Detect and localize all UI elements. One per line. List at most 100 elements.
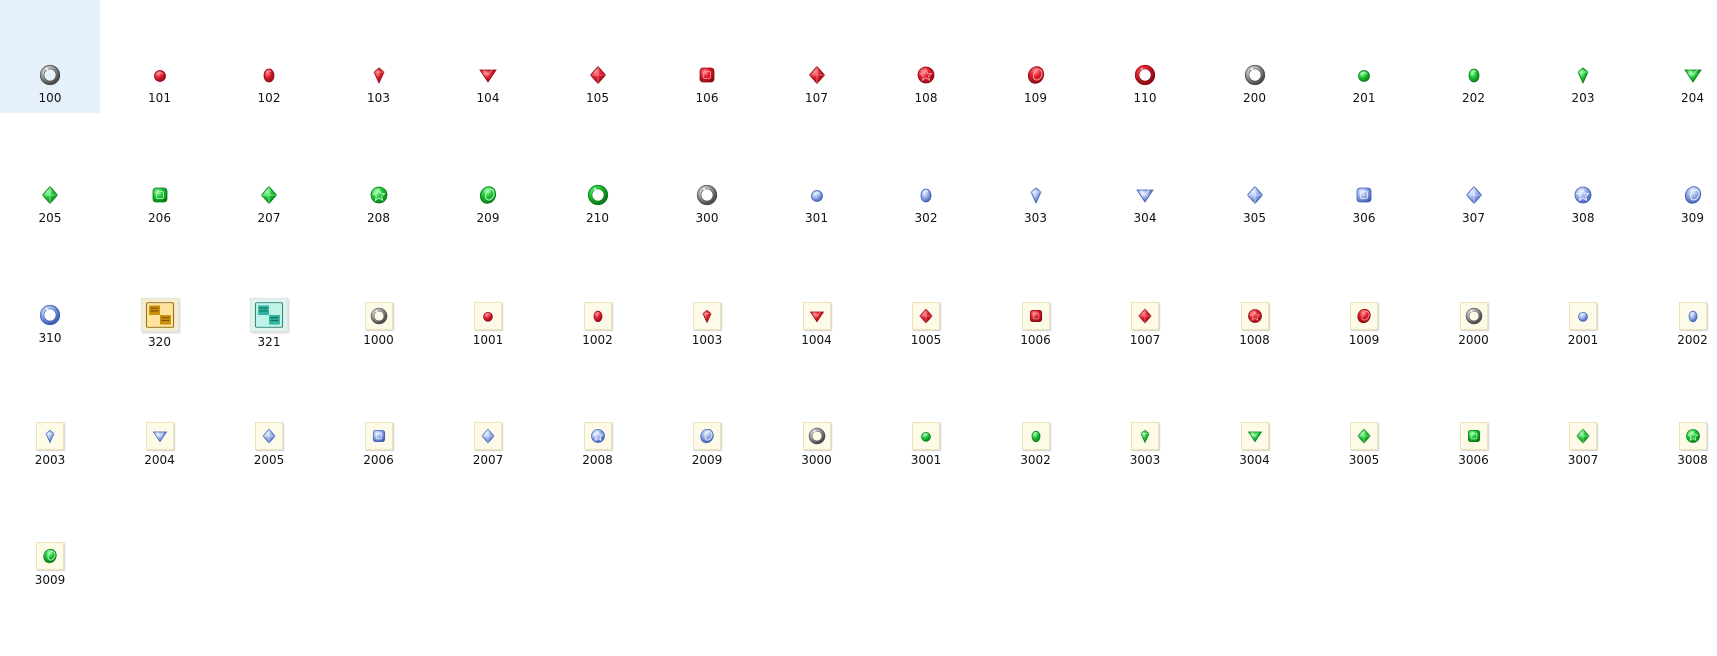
file-item-3000[interactable]: 3000 — [767, 360, 867, 473]
file-item-303[interactable]: 303 — [986, 120, 1086, 233]
file-item-321[interactable]: 321 — [219, 240, 319, 353]
file-item-105[interactable]: 105 — [548, 0, 648, 113]
file-item-203[interactable]: 203 — [1533, 0, 1633, 113]
file-item-1008[interactable]: 1008 — [1205, 240, 1305, 353]
file-item-2003[interactable]: 2003 — [0, 360, 100, 473]
file-item-108[interactable]: 108 — [876, 0, 976, 113]
file-item-3006[interactable]: 3006 — [1424, 360, 1524, 473]
file-name-label: 100 — [38, 91, 62, 105]
file-item-1007[interactable]: 1007 — [1095, 240, 1195, 353]
file-name-label: 200 — [1243, 91, 1266, 105]
file-item-1003[interactable]: 1003 — [657, 240, 757, 353]
file-item-3004[interactable]: 3004 — [1205, 360, 1305, 473]
file-item-206[interactable]: 206 — [110, 120, 210, 233]
file-name-label: 202 — [1462, 91, 1485, 105]
file-item-200[interactable]: 200 — [1205, 0, 1305, 113]
file-item-3005[interactable]: 3005 — [1314, 360, 1414, 473]
file-item-207[interactable]: 207 — [219, 120, 319, 233]
file-item-3003[interactable]: 3003 — [1095, 360, 1195, 473]
file-name-label: 207 — [257, 211, 281, 225]
file-item-1006[interactable]: 1006 — [986, 240, 1086, 353]
file-item-204[interactable]: 204 — [1643, 0, 1717, 113]
file-name-label: 310 — [38, 331, 62, 345]
crescent-gem-icon — [693, 422, 721, 450]
file-name-label: 2002 — [1677, 333, 1708, 347]
file-item-3009[interactable]: 3009 — [0, 480, 100, 593]
round-gem-icon — [474, 302, 502, 330]
file-item-2004[interactable]: 2004 — [110, 360, 210, 473]
file-item-1009[interactable]: 1009 — [1314, 240, 1414, 353]
file-item-1004[interactable]: 1004 — [767, 240, 867, 353]
file-item-208[interactable]: 208 — [329, 120, 429, 233]
file-item-3007[interactable]: 3007 — [1533, 360, 1633, 473]
round-gem-icon — [804, 182, 830, 208]
file-item-2007[interactable]: 2007 — [438, 360, 538, 473]
file-name-label: 307 — [1462, 211, 1485, 225]
file-item-1001[interactable]: 1001 — [438, 240, 538, 353]
file-item-310[interactable]: 310 — [0, 240, 100, 353]
round-gem-icon — [1351, 62, 1377, 88]
file-item-308[interactable]: 308 — [1533, 120, 1633, 233]
file-item-306[interactable]: 306 — [1314, 120, 1414, 233]
file-item-109[interactable]: 109 — [986, 0, 1086, 113]
file-item-102[interactable]: 102 — [219, 0, 319, 113]
file-item-104[interactable]: 104 — [438, 0, 538, 113]
file-item-210[interactable]: 210 — [548, 120, 648, 233]
file-item-1000[interactable]: 1000 — [329, 240, 429, 353]
file-item-307[interactable]: 307 — [1424, 120, 1524, 233]
file-name-label: 1000 — [363, 333, 394, 347]
file-name-label: 1005 — [910, 333, 942, 347]
file-name-label: 110 — [1133, 91, 1157, 105]
file-item-3008[interactable]: 3008 — [1643, 360, 1717, 473]
file-item-305[interactable]: 305 — [1205, 120, 1305, 233]
file-item-301[interactable]: 301 — [767, 120, 867, 233]
file-item-320[interactable]: 320 — [110, 240, 210, 353]
file-item-2002[interactable]: 2002 — [1643, 240, 1717, 353]
file-name-label: 205 — [38, 211, 62, 225]
file-item-101[interactable]: 101 — [110, 0, 210, 113]
file-name-label: 321 — [257, 335, 281, 349]
oval-gem-icon — [1021, 422, 1050, 450]
file-item-209[interactable]: 209 — [438, 120, 538, 233]
triangle-gem-icon — [802, 302, 831, 330]
ring-gem-icon — [37, 62, 63, 88]
file-item-2006[interactable]: 2006 — [329, 360, 429, 473]
drop-gem-icon — [366, 62, 392, 88]
star-gem-icon — [1570, 182, 1596, 208]
file-item-304[interactable]: 304 — [1095, 120, 1195, 233]
file-item-202[interactable]: 202 — [1424, 0, 1524, 113]
ring-gem-icon — [37, 302, 63, 328]
file-item-205[interactable]: 205 — [0, 120, 100, 233]
round-gem-icon — [1569, 302, 1597, 330]
file-item-3002[interactable]: 3002 — [986, 360, 1086, 473]
file-item-3001[interactable]: 3001 — [876, 360, 976, 473]
file-name-label: 3009 — [34, 573, 66, 587]
file-item-201[interactable]: 201 — [1314, 0, 1414, 113]
file-name-label: 109 — [1024, 91, 1047, 105]
file-name-label: 201 — [1352, 91, 1376, 105]
file-item-2008[interactable]: 2008 — [548, 360, 648, 473]
file-name-label: 2004 — [144, 453, 175, 467]
file-item-2000[interactable]: 2000 — [1424, 240, 1524, 353]
square-gem-icon — [147, 182, 173, 208]
file-name-label: 102 — [257, 91, 281, 105]
file-item-2009[interactable]: 2009 — [657, 360, 757, 473]
file-name-label: 3005 — [1348, 453, 1380, 467]
file-item-302[interactable]: 302 — [876, 120, 976, 233]
oval-gem-icon — [583, 302, 612, 330]
file-item-103[interactable]: 103 — [329, 0, 429, 113]
file-item-300[interactable]: 300 — [657, 120, 757, 233]
file-item-1002[interactable]: 1002 — [548, 240, 648, 353]
file-item-2005[interactable]: 2005 — [219, 360, 319, 473]
file-item-110[interactable]: 110 — [1095, 0, 1195, 113]
file-item-1005[interactable]: 1005 — [876, 240, 976, 353]
file-name-label: 2001 — [1567, 333, 1599, 347]
ring-gem-icon — [1132, 62, 1158, 88]
file-item-107[interactable]: 107 — [767, 0, 867, 113]
star-gem-icon — [583, 422, 612, 450]
ring-gem-icon — [694, 182, 720, 208]
file-item-309[interactable]: 309 — [1643, 120, 1717, 233]
file-item-100[interactable]: 100 — [0, 0, 100, 113]
file-item-106[interactable]: 106 — [657, 0, 757, 113]
file-item-2001[interactable]: 2001 — [1533, 240, 1633, 353]
